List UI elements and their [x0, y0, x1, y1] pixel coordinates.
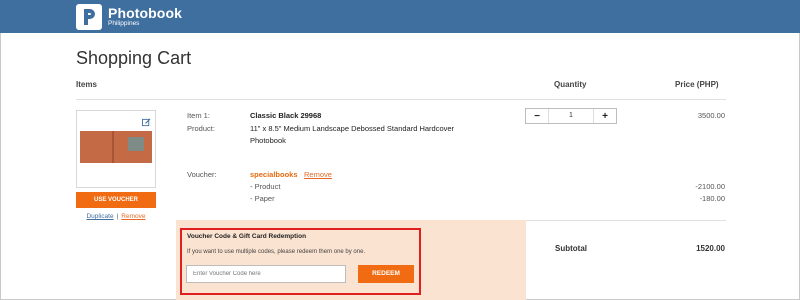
product-label: Product: [187, 124, 215, 133]
duplicate-link[interactable]: Duplicate [86, 213, 113, 220]
voucher-code-input[interactable] [186, 265, 346, 283]
increment-button[interactable]: + [594, 109, 616, 123]
product-description-line2: Photobook [250, 136, 286, 145]
header-divider [76, 99, 726, 100]
use-voucher-button[interactable]: USE VOUCHER [76, 192, 156, 208]
brand-logo[interactable]: Photobook Philippines [76, 3, 182, 31]
voucher-label: Voucher: [187, 170, 217, 179]
product-thumbnail[interactable] [76, 110, 156, 188]
item-actions: Duplicate | Remove [76, 213, 156, 220]
header-bar: Photobook Philippines [0, 0, 800, 33]
brand-name: Photobook [108, 5, 182, 22]
discount-paper-label: - Paper [250, 194, 275, 203]
quantity-value[interactable]: 1 [548, 109, 594, 123]
photobook-preview-image [80, 131, 152, 163]
redeem-button[interactable]: REDEEM [358, 265, 414, 283]
voucher-code: specialbooks [250, 170, 298, 179]
item-label: Item 1: [187, 111, 210, 120]
link-separator: | [116, 213, 119, 220]
redemption-title: Voucher Code & Gift Card Redemption [187, 233, 307, 240]
brand-region: Philippines [108, 20, 140, 28]
column-header-price: Price (PHP) [675, 80, 719, 89]
discount-product-label: - Product [250, 182, 281, 191]
discount-product-amount: -2100.00 [695, 182, 725, 191]
discount-paper-amount: -180.00 [699, 194, 725, 203]
redemption-note: If you want to use multiple codes, pleas… [187, 249, 366, 255]
subtotal-label: Subtotal [555, 244, 587, 253]
summary-divider [526, 220, 726, 221]
column-header-quantity: Quantity [554, 80, 587, 89]
item-price: 3500.00 [697, 111, 725, 120]
remove-voucher-link[interactable]: Remove [304, 170, 332, 179]
remove-item-link[interactable]: Remove [121, 213, 145, 220]
product-description-line1: 11" x 8.5" Medium Landscape Debossed Sta… [250, 124, 455, 133]
page-title: Shopping Cart [76, 48, 192, 68]
quantity-stepper: − 1 + [525, 108, 617, 124]
item-name: Classic Black 29968 [250, 111, 322, 120]
decrement-button[interactable]: − [526, 109, 548, 123]
subtotal-value: 1520.00 [696, 244, 725, 253]
edit-icon[interactable] [142, 114, 151, 132]
column-header-items: Items [76, 80, 97, 89]
photobook-logo-icon [76, 4, 102, 30]
